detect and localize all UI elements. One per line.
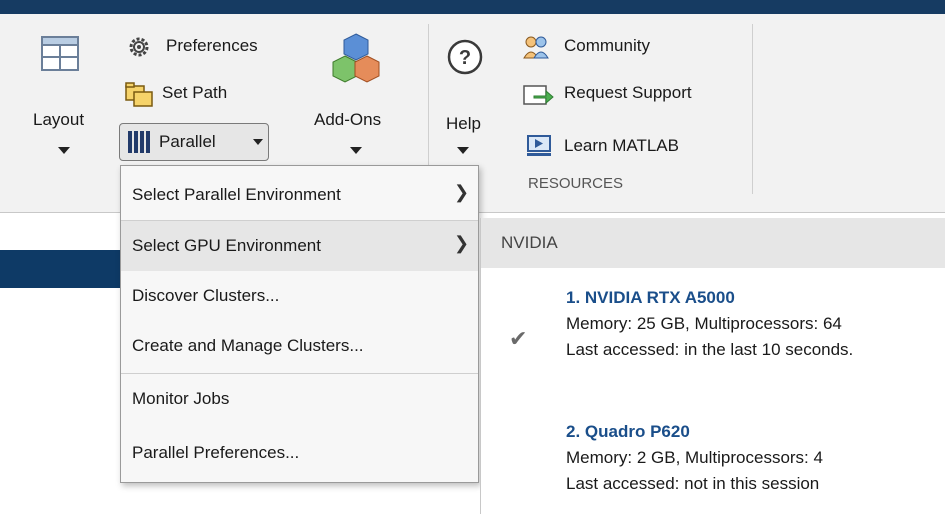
- menu-item-label: Select Parallel Environment: [132, 185, 341, 204]
- chevron-down-icon: [457, 147, 469, 154]
- address-bar-band: [0, 250, 122, 288]
- gpu-device-item[interactable]: 2. Quadro P620 Memory: 2 GB, Multiproces…: [481, 410, 945, 510]
- parallel-label: Parallel: [159, 132, 216, 151]
- chevron-right-icon: ❯: [454, 233, 470, 253]
- menu-item-create-manage-clusters[interactable]: Create and Manage Clusters...: [121, 321, 478, 371]
- community-button[interactable]: Community: [522, 34, 702, 62]
- menu-item-monitor-jobs[interactable]: Monitor Jobs: [121, 374, 478, 424]
- chevron-right-icon: ❯: [454, 182, 470, 202]
- request-support-button[interactable]: Request Support: [522, 80, 752, 110]
- menu-item-select-parallel-environment[interactable]: Select Parallel Environment ❯: [121, 170, 478, 220]
- gpu-device-memory: Memory: 25 GB, Multiprocessors: 64: [566, 314, 842, 333]
- addons-button[interactable]: Add-Ons: [308, 22, 418, 167]
- menu-item-select-gpu-environment[interactable]: Select GPU Environment ❯: [121, 221, 478, 271]
- learn-matlab-label: Learn MATLAB: [564, 136, 679, 155]
- layout-icon: [41, 36, 79, 71]
- parallel-dropdown-menu: Select Parallel Environment ❯ Select GPU…: [120, 165, 479, 483]
- gpu-device-name: 2. Quadro P620: [566, 422, 690, 441]
- preferences-button[interactable]: Preferences: [128, 34, 298, 62]
- svg-text:?: ?: [459, 47, 471, 69]
- chevron-down-icon: [58, 147, 70, 154]
- title-bar: [0, 0, 945, 14]
- chevron-down-icon: [253, 139, 263, 145]
- checkmark-icon: ✔: [509, 326, 528, 351]
- request-support-label: Request Support: [564, 83, 692, 102]
- gpu-device-last-accessed: Last accessed: in the last 10 seconds.: [566, 340, 854, 359]
- gear-icon: [129, 37, 149, 57]
- gpu-device-last-accessed: Last accessed: not in this session: [566, 474, 820, 493]
- help-button[interactable]: ? Help: [440, 22, 500, 167]
- menu-item-discover-clusters[interactable]: Discover Clusters...: [121, 271, 478, 321]
- resources-group-label: RESOURCES: [528, 175, 624, 192]
- set-path-button[interactable]: Set Path: [124, 80, 274, 110]
- gpu-device-item[interactable]: ✔ 1. NVIDIA RTX A5000 Memory: 25 GB, Mul…: [481, 276, 945, 376]
- community-label: Community: [564, 36, 650, 55]
- layout-button[interactable]: Layout: [28, 22, 118, 167]
- menu-item-label: Monitor Jobs: [132, 389, 230, 408]
- submenu-header-label: NVIDIA: [501, 233, 558, 252]
- help-label: Help: [446, 114, 481, 133]
- menu-item-label: Discover Clusters...: [132, 286, 280, 305]
- preferences-label: Preferences: [166, 36, 258, 55]
- layout-label: Layout: [33, 110, 85, 129]
- learn-matlab-button[interactable]: Learn MATLAB: [526, 132, 726, 162]
- gpu-environment-submenu: NVIDIA ✔ 1. NVIDIA RTX A5000 Memory: 25 …: [480, 218, 945, 514]
- folder-path-icon: [125, 82, 153, 107]
- menu-item-label: Parallel Preferences...: [132, 443, 300, 462]
- gpu-device-memory: Memory: 2 GB, Multiprocessors: 4: [566, 448, 823, 467]
- ribbon-separator: [752, 24, 753, 194]
- chevron-down-icon: [350, 147, 362, 154]
- menu-item-parallel-preferences[interactable]: Parallel Preferences...: [121, 428, 478, 478]
- addons-label: Add-Ons: [314, 110, 382, 129]
- parallel-bars-icon: [128, 131, 150, 153]
- request-support-icon: [523, 85, 554, 105]
- parallel-button[interactable]: Parallel: [119, 123, 269, 161]
- help-icon: ?: [447, 39, 483, 75]
- learn-matlab-icon: [527, 135, 551, 156]
- addons-cubes-icon: [332, 33, 380, 83]
- community-icon: [523, 36, 549, 59]
- set-path-label: Set Path: [162, 83, 228, 102]
- menu-item-label: Create and Manage Clusters...: [132, 336, 364, 355]
- gpu-device-name: 1. NVIDIA RTX A5000: [566, 288, 735, 307]
- submenu-header: NVIDIA: [481, 218, 945, 268]
- menu-item-label: Select GPU Environment: [132, 236, 321, 255]
